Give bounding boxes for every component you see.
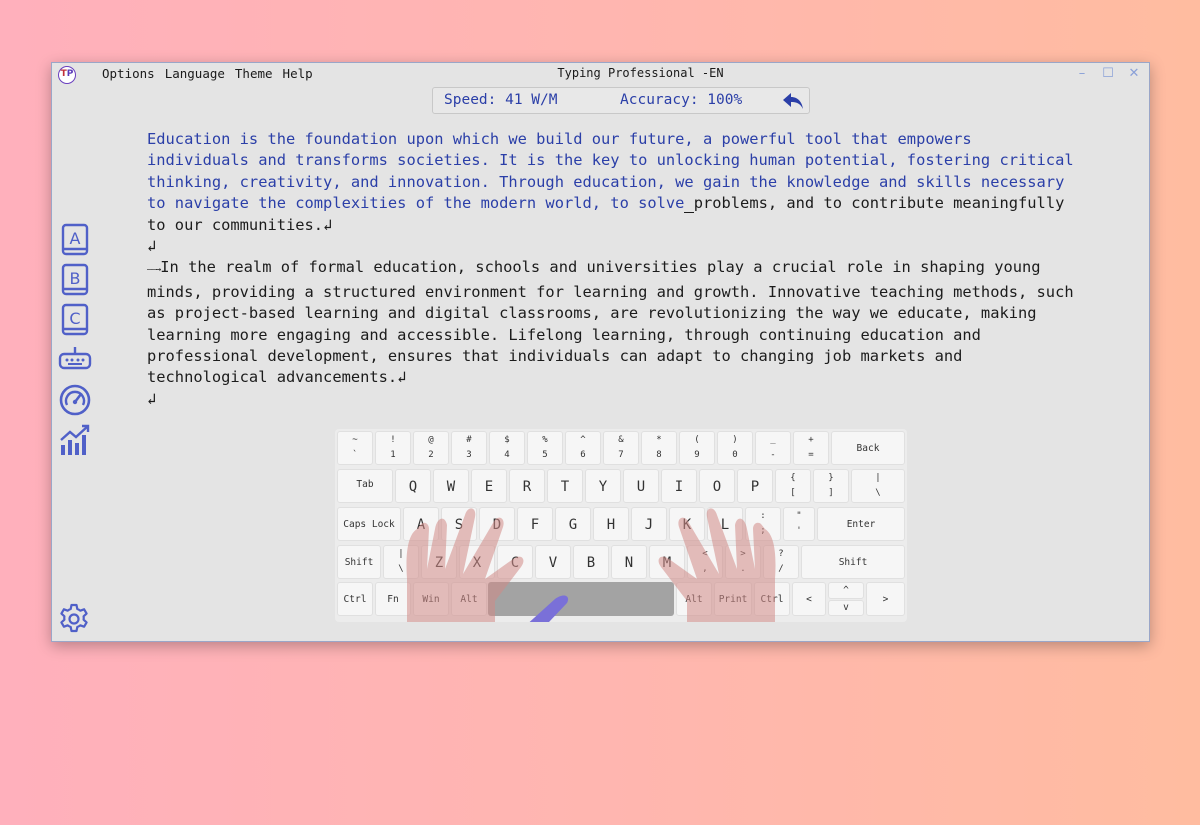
tab-arrow: ——→ <box>147 265 161 276</box>
key-pipe[interactable]: | \ <box>383 545 419 579</box>
svg-text:C: C <box>69 309 80 328</box>
key-tilde[interactable]: ~ ` <box>337 431 373 465</box>
key-j[interactable]: J <box>631 507 667 541</box>
key-n[interactable]: N <box>611 545 647 579</box>
key-r[interactable]: R <box>509 469 545 503</box>
title-bar: TP Options Language Theme Help Typing Pr… <box>52 63 1149 85</box>
key-1[interactable]: ! 1 <box>375 431 411 465</box>
key-print[interactable]: Print <box>714 582 752 616</box>
key-l[interactable]: L <box>707 507 743 541</box>
key-x[interactable]: X <box>459 545 495 579</box>
key-s[interactable]: S <box>441 507 477 541</box>
key-minus[interactable]: _ - <box>755 431 791 465</box>
key-enter[interactable]: Enter <box>817 507 905 541</box>
lesson-c-icon[interactable]: C <box>58 303 92 337</box>
key-a[interactable]: A <box>403 507 439 541</box>
key-backslash[interactable]: | \ <box>851 469 905 503</box>
lesson-b-icon[interactable]: B <box>58 263 92 297</box>
key-semicolon[interactable]: :; <box>745 507 781 541</box>
svg-text:B: B <box>70 269 81 288</box>
key-w[interactable]: W <box>433 469 469 503</box>
key-4[interactable]: $4 <box>489 431 525 465</box>
key-e[interactable]: E <box>471 469 507 503</box>
key-equals[interactable]: + = <box>793 431 829 465</box>
key-q[interactable]: Q <box>395 469 431 503</box>
key-back[interactable]: Back <box>831 431 905 465</box>
key-c[interactable]: C <box>497 545 533 579</box>
statistics-chart-icon[interactable] <box>58 423 92 457</box>
accuracy-readout: Accuracy: 100% <box>620 92 743 108</box>
key-quote[interactable]: " ' <box>783 507 815 541</box>
key-o[interactable]: O <box>699 469 735 503</box>
status-bar: Speed: 41 W/M Accuracy: 100% <box>432 87 810 114</box>
close-button[interactable]: ✕ <box>1125 65 1143 83</box>
key-slash[interactable]: ? / <box>763 545 799 579</box>
key-shift-left[interactable]: Shift <box>337 545 381 579</box>
key-3[interactable]: #3 <box>451 431 487 465</box>
minimize-button[interactable]: – <box>1073 65 1091 83</box>
typing-text[interactable]: Education is the foundation upon which w… <box>147 129 1107 410</box>
gear-icon[interactable] <box>58 603 90 635</box>
key-z[interactable]: Z <box>421 545 457 579</box>
key-f[interactable]: F <box>517 507 553 541</box>
svg-text:A: A <box>70 229 81 248</box>
key-arrow-right[interactable]: > <box>866 582 905 616</box>
speedometer-icon[interactable] <box>58 383 92 417</box>
key-8[interactable]: * 8 <box>641 431 677 465</box>
key-arrow-up[interactable]: ^ <box>828 582 864 599</box>
key-d[interactable]: D <box>479 507 515 541</box>
lesson-a-icon[interactable]: A <box>58 223 92 257</box>
window-title: Typing Professional -EN <box>557 66 724 80</box>
text-cursor <box>684 194 694 214</box>
key-fn[interactable]: Fn <box>375 582 411 616</box>
key-comma[interactable]: <, <box>687 545 723 579</box>
speed-readout: Speed: 41 W/M <box>444 92 558 108</box>
virtual-keyboard: ~ ` ! 1 @2 #3 $4 % 5 ^ 6 & 7 * 8 (9 ) 0 _ - + = B… <box>335 429 907 622</box>
key-9[interactable]: (9 <box>679 431 715 465</box>
key-m[interactable]: M <box>649 545 685 579</box>
key-space[interactable] <box>488 582 674 616</box>
key-alt-left[interactable]: Alt <box>451 582 487 616</box>
key-t[interactable]: T <box>547 469 583 503</box>
key-0[interactable]: ) 0 <box>717 431 753 465</box>
key-u[interactable]: U <box>623 469 659 503</box>
key-arrow-left[interactable]: < <box>792 582 826 616</box>
key-y[interactable]: Y <box>585 469 621 503</box>
key-7[interactable]: & 7 <box>603 431 639 465</box>
key-h[interactable]: H <box>593 507 629 541</box>
key-p[interactable]: P <box>737 469 773 503</box>
key-g[interactable]: G <box>555 507 591 541</box>
key-win[interactable]: Win <box>413 582 449 616</box>
key-i[interactable]: I <box>661 469 697 503</box>
app-window: TP Options Language Theme Help Typing Pr… <box>51 62 1150 642</box>
key-k[interactable]: K <box>669 507 705 541</box>
remaining-text-paragraph-2: In the realm of formal education, school… <box>147 258 1074 408</box>
key-2[interactable]: @2 <box>413 431 449 465</box>
key-left-bracket[interactable]: {[ <box>775 469 811 503</box>
key-right-bracket[interactable]: }] <box>813 469 849 503</box>
key-ctrl-left[interactable]: Ctrl <box>337 582 373 616</box>
key-arrow-down[interactable]: v <box>828 600 864 616</box>
key-b[interactable]: B <box>573 545 609 579</box>
key-caps-lock[interactable]: Caps Lock <box>337 507 401 541</box>
maximize-button[interactable]: ☐ <box>1099 65 1117 83</box>
key-6[interactable]: ^ 6 <box>565 431 601 465</box>
key-period[interactable]: >. <box>725 545 761 579</box>
window-controls: – ☐ ✕ <box>1073 65 1143 83</box>
key-v[interactable]: V <box>535 545 571 579</box>
undo-icon[interactable] <box>782 91 804 111</box>
key-5[interactable]: % 5 <box>527 431 563 465</box>
key-ctrl-right[interactable]: Ctrl <box>754 582 790 616</box>
key-shift-right[interactable]: Shift <box>801 545 905 579</box>
key-tab[interactable]: Tab <box>337 469 393 503</box>
key-alt-right[interactable]: Alt <box>676 582 712 616</box>
keyboard-icon[interactable] <box>58 343 92 377</box>
